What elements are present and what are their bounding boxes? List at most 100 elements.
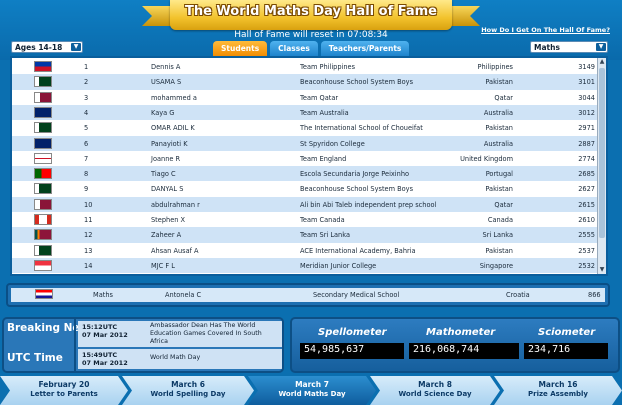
cell-score: 2555	[578, 231, 595, 240]
timeline-feb-20[interactable]: February 20 Letter to Parents	[0, 376, 128, 405]
cell-country: Pakistan	[485, 124, 513, 133]
croatia-flag-icon	[35, 289, 53, 299]
qatar-flag-icon	[34, 198, 52, 210]
my-rank-team: Secondary Medical School	[313, 291, 400, 299]
cell-score: 2627	[578, 185, 595, 194]
cell-rank: 4	[84, 108, 89, 117]
cell-name: abdulrahman r	[151, 200, 200, 209]
subject-filter-select[interactable]: Maths ▼	[530, 41, 608, 53]
cell-country: Qatar	[494, 93, 513, 102]
pakistan-flag-icon	[34, 76, 52, 88]
mathometer-value: 216,068,744	[409, 343, 519, 359]
cell-score: 2774	[578, 154, 595, 163]
scroll-thumb[interactable]	[599, 68, 605, 238]
srilanka-flag-icon	[34, 229, 52, 241]
cell-score: 2532	[578, 261, 595, 270]
cell-team: Team Philippines	[300, 63, 356, 71]
qatar-flag-icon	[34, 91, 52, 103]
cell-team: Team Australia	[300, 108, 349, 117]
cell-name: USAMA S	[151, 78, 182, 87]
cell-team: Ali bin Abi Taleb independent prep schoo…	[300, 200, 437, 209]
table-scrollbar[interactable]: ▲ ▼	[597, 58, 606, 274]
cell-team: Team Sri Lanka	[300, 231, 350, 240]
howto-link[interactable]: How Do I Get On The Hall Of Fame?	[481, 26, 610, 34]
news-divider	[74, 319, 76, 371]
cell-name: Joanne R	[151, 154, 181, 163]
cell-score: 2685	[578, 170, 595, 179]
cell-name: Panayioti K	[151, 139, 188, 148]
cell-country: Pakistan	[485, 246, 513, 255]
cell-score: 3044	[578, 93, 595, 102]
cell-name: Ahsan Ausaf A	[151, 246, 199, 255]
timeline-date: March 6	[171, 380, 205, 389]
cell-score: 3149	[578, 63, 595, 71]
age-filter-value: Ages 14-18	[15, 43, 63, 52]
scroll-up-icon[interactable]: ▲	[598, 58, 606, 66]
my-rank-row[interactable]: Maths Antonela C Secondary Medical Schoo…	[11, 288, 605, 302]
tab-classes[interactable]: Classes	[270, 41, 318, 57]
chevron-down-icon: ▼	[71, 43, 81, 51]
timeline-event: World Maths Day	[278, 390, 346, 398]
event-timeline: February 20 Letter to Parents March 6 Wo…	[0, 376, 622, 405]
timeline-mar-16[interactable]: March 16 Prize Assembly	[494, 376, 622, 405]
my-rank-country: Croatia	[506, 291, 530, 299]
cell-team: Beaconhouse School System Boys	[300, 185, 414, 194]
age-filter-select[interactable]: Ages 14-18 ▼	[11, 41, 83, 53]
table-row[interactable]: 10 abdulrahman r Ali bin Abi Taleb indepen…	[12, 196, 599, 212]
cell-name: OMAR ADIL K	[151, 124, 195, 133]
tab-teachers-parents[interactable]: Teachers/Parents	[320, 41, 410, 57]
table-row[interactable]: 13 Ahsan Ausaf A ACE International Academy…	[12, 243, 599, 258]
table-row[interactable]: 11 Stephen X Team Canada Canada 2610	[12, 212, 599, 227]
cell-country: United Kingdom	[460, 154, 513, 163]
table-row[interactable]: 14 MJC F L Meridian Junior College Singapor…	[12, 257, 599, 274]
mathometer-label: Mathometer	[426, 327, 496, 338]
cell-country: Canada	[487, 216, 513, 224]
cell-rank: 6	[84, 139, 89, 148]
table-row[interactable]: 9 DANYAL S Beaconhouse School System Boys P…	[12, 181, 599, 196]
portugal-flag-icon	[34, 168, 52, 180]
timeline-date: March 8	[418, 380, 452, 389]
timeline-event: Letter to Parents	[30, 390, 98, 398]
spellometer-value: 54,985,637	[300, 343, 404, 359]
cell-team: St Spyridon College	[300, 139, 365, 148]
timeline-event: World Spelling Day	[150, 390, 226, 398]
category-tabs: Students Classes Teachers/Parents	[213, 41, 410, 57]
timeline-mar-7[interactable]: March 7 World Maths Day	[248, 376, 376, 405]
cell-rank: 14	[84, 261, 93, 270]
news-item[interactable]: 15:49UTC 07 Mar 2012 World Math Day	[78, 349, 282, 369]
cell-team: Escola Secundaria Jorge Peixinho	[300, 170, 410, 179]
cell-name: Dennis A	[151, 63, 181, 71]
table-row[interactable]: 1 Dennis A Team Philippines Philippines 3149	[12, 59, 599, 74]
timeline-mar-6[interactable]: March 6 World Spelling Day	[122, 376, 254, 405]
cell-rank: 10	[84, 200, 93, 209]
news-text: World Math Day	[150, 354, 201, 361]
timeline-event: Prize Assembly	[527, 390, 588, 398]
timeline-mar-8[interactable]: March 8 World Science Day	[370, 376, 500, 405]
table-row[interactable]: 12 Zaheer A Team Sri Lanka Sri Lanka 2555	[12, 227, 599, 243]
scroll-down-icon[interactable]: ▼	[598, 266, 606, 274]
cell-country: Sri Lanka	[482, 231, 513, 240]
cell-country: Portugal	[485, 170, 513, 179]
tab-students[interactable]: Students	[213, 41, 268, 57]
cell-score: 3101	[578, 78, 595, 87]
philippines-flag-icon	[34, 61, 52, 72]
table-row[interactable]: 7 Joanne R Team England United Kingdom 2774	[12, 151, 599, 166]
breaking-news-panel: Breaking News UTC Time 15:12UTC 07 Mar 2…	[2, 317, 284, 373]
cell-name: Stephen X	[151, 216, 186, 224]
my-rank-subject: Maths	[93, 291, 113, 299]
table-row[interactable]: 4 Kaya G Team Australia Australia 3012	[12, 104, 599, 121]
table-row[interactable]: 6 Panayioti K St Spyridon College Australia…	[12, 135, 599, 151]
news-item[interactable]: 15:12UTC 07 Mar 2012 Ambassador Dean Has…	[78, 321, 282, 347]
timeline-date: March 16	[538, 380, 578, 389]
cell-country: Singapore	[479, 261, 513, 270]
singapore-flag-icon	[34, 259, 52, 271]
cell-rank: 3	[84, 93, 89, 102]
table-row[interactable]: 2 USAMA S Beaconhouse School System Boys Pa…	[12, 74, 599, 90]
table-row[interactable]: 3 mohammed a Team Qatar Qatar 3044	[12, 90, 599, 105]
cell-team: Beaconhouse School System Boys	[300, 78, 414, 87]
australia-flag-icon	[34, 137, 52, 149]
table-row[interactable]: 8 Tiago C Escola Secundaria Jorge Peixinho…	[12, 166, 599, 182]
table-row[interactable]: 5 OMAR ADIL K The International School of …	[12, 120, 599, 135]
cell-rank: 5	[84, 124, 89, 133]
cell-team: Team England	[300, 154, 347, 163]
